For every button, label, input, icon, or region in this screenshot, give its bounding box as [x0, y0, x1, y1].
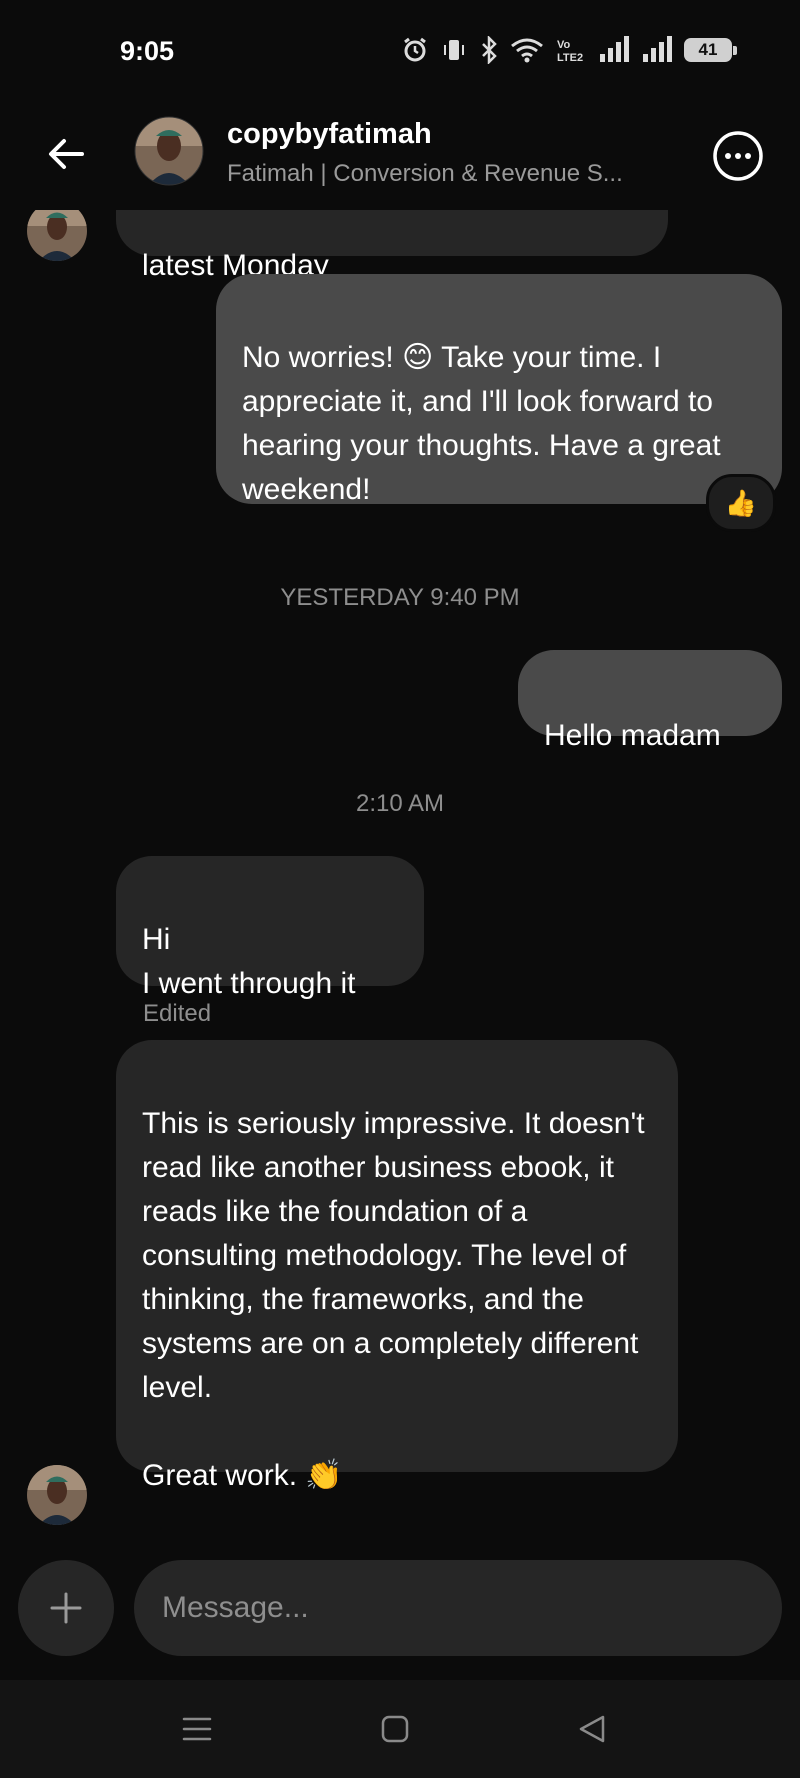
menu-icon[interactable] [176, 1708, 218, 1750]
message-bubble-outgoing[interactable]: No worries! 😊 Take your time. I apprecia… [216, 274, 782, 506]
message-bubble-incoming[interactable]: Hi I went through it [116, 856, 424, 1000]
arrow-left-icon[interactable] [44, 132, 88, 176]
avatar[interactable] [26, 1464, 88, 1526]
reaction-badge[interactable]: 👍 [706, 474, 776, 532]
svg-text:Vo: Vo [557, 39, 571, 51]
status-time: 9:05 [120, 36, 175, 66]
vibrate-icon [444, 40, 464, 60]
message-timestamp: YESTERDAY 9:40 PM [280, 584, 520, 611]
message-composer [0, 1540, 800, 1670]
message-text: No worries! 😊 Take your time. I apprecia… [242, 341, 721, 506]
message-bubble-incoming[interactable]: This is seriously impressive. It doesn't… [116, 1040, 678, 1492]
message-timestamp: 2:10 AM [355, 790, 445, 817]
message-input[interactable] [134, 1560, 782, 1656]
home-icon[interactable] [374, 1708, 416, 1750]
avatar[interactable] [26, 210, 88, 262]
message-bubble-incoming[interactable]: latest Monday [116, 210, 668, 282]
message-list[interactable]: latest Monday No worries! 😊 Take your ti… [0, 210, 800, 1530]
avatar[interactable] [134, 116, 204, 186]
signal-1-icon [600, 36, 629, 62]
alarm-icon [404, 37, 426, 62]
bluetooth-icon [482, 36, 497, 64]
wifi-icon [511, 38, 543, 63]
svg-text:LTE2: LTE2 [557, 52, 583, 64]
add-button[interactable] [18, 1560, 114, 1656]
volte-icon: VoLTE2 [557, 39, 583, 64]
back-triangle-icon[interactable] [571, 1708, 613, 1750]
battery-icon: 41 [684, 38, 737, 62]
message-text: Hi I went through it [142, 923, 356, 1000]
plus-icon [50, 1592, 82, 1624]
system-nav-bar [0, 1680, 800, 1778]
status-bar: 9:05 Vo LTE2 41 [0, 0, 800, 100]
edited-label: Edited [143, 1000, 212, 1027]
signal-2-icon [643, 36, 672, 62]
battery-level: 41 [698, 40, 718, 59]
status-icons: Vo LTE2 41 [401, 36, 737, 64]
chat-subtitle[interactable]: Fatimah | Conversion & Revenue S... [227, 160, 657, 188]
message-text: Hello madam [544, 719, 721, 752]
chat-header: copybyfatimah Fatimah | Conversion & Rev… [0, 100, 800, 210]
message-text: This is seriously impressive. It doesn't… [142, 1107, 645, 1492]
thumbs-up-icon: 👍 [724, 487, 758, 518]
chat-title[interactable]: copybyfatimah [227, 118, 432, 151]
more-options-icon[interactable] [712, 130, 764, 182]
message-bubble-outgoing[interactable]: Hello madam [518, 650, 782, 752]
